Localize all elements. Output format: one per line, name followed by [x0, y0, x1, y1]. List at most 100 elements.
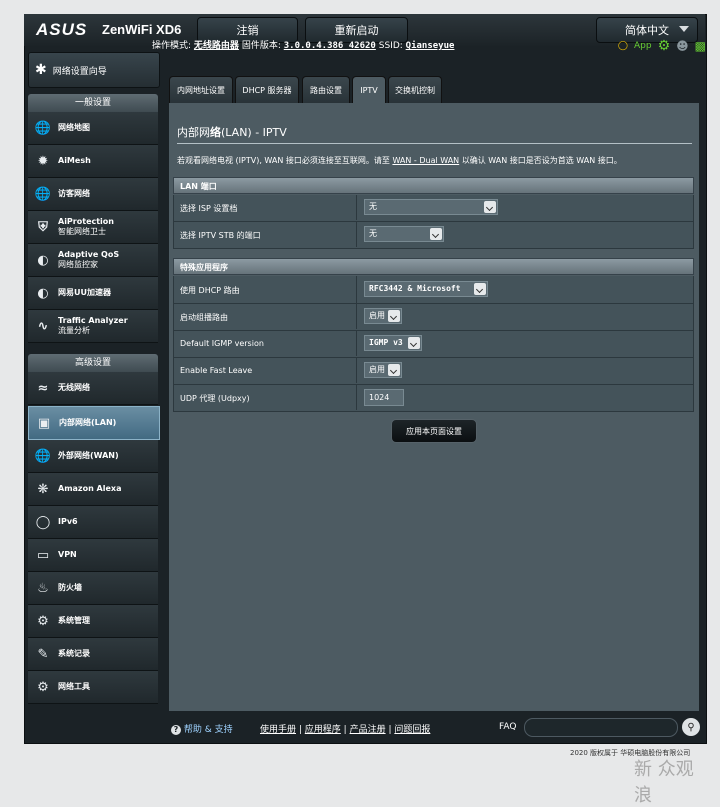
users-icon[interactable]: ☻ [676, 39, 689, 53]
tools-icon: ⚙ [37, 679, 49, 695]
sidebar-item-label: AiMesh [58, 156, 91, 165]
sidebar-item-administration[interactable]: ⚙ 系统管理 [28, 605, 158, 638]
dhcp-routes-value: RFC3442 & Microsoft [369, 284, 461, 293]
page-title-suffix: (LAN) - IPTV [221, 126, 287, 139]
ssid-value-link[interactable]: Qianseyue [406, 41, 455, 51]
fast-leave-value: 启用 [369, 365, 385, 374]
iptv-description: 若观看网络电视 (IPTV), WAN 接口必须连接至互联网。请至 WAN - … [177, 155, 622, 166]
cell-divider [356, 304, 357, 329]
faq-search-input[interactable] [524, 718, 678, 737]
isp-profile-select[interactable]: 无 [364, 199, 498, 215]
watermark: 新 众观 浪 [634, 759, 694, 806]
cell-divider [356, 276, 357, 303]
wifi-icon: ≈ [37, 380, 49, 396]
help-icon: ? [171, 725, 181, 735]
sidebar-item-traffic-analyzer[interactable]: ∿ Traffic Analyzer 流量分析 [28, 310, 158, 343]
sidebar-item-uu-accelerator[interactable]: ◐ 网易UU加速器 [28, 277, 158, 310]
lan-icon: ▣ [37, 415, 51, 431]
tab-iptv[interactable]: IPTV [352, 76, 386, 104]
mesh-icon: ✹ [37, 153, 49, 169]
wizard-icon: ✱ [35, 62, 47, 78]
sidebar-item-label: Adaptive QoS [58, 250, 120, 259]
status-icons: ◯ App ⚙ ☻ ▩ [618, 38, 706, 54]
utility-link[interactable]: 应用程序 [305, 725, 341, 735]
chevron-down-icon [388, 364, 400, 376]
firewall-icon: ♨ [37, 580, 49, 596]
table-row: 启动组播路由 启用 [173, 304, 694, 331]
manual-link[interactable]: 使用手册 [260, 725, 296, 735]
shield-icon: ⛨ [38, 219, 48, 235]
usb-icon[interactable]: ▩ [695, 39, 706, 53]
mode-value-link[interactable]: 无线路由器 [194, 41, 239, 51]
wizard-label: 网络设置向导 [52, 66, 107, 77]
speed-icon: ◐ [37, 285, 49, 301]
fast-leave-label: Enable Fast Leave [180, 366, 253, 375]
registration-link[interactable]: 产品注册 [350, 725, 386, 735]
sidebar-item-label: Traffic Analyzer [58, 316, 128, 325]
sidebar-item-firewall[interactable]: ♨ 防火墙 [28, 572, 158, 605]
help-label[interactable]: 帮助 & 支持 [184, 725, 233, 735]
network-setup-wizard-button[interactable]: ✱ 网络设置向导 [28, 52, 160, 88]
sidebar-item-sublabel: 网络监控家 [58, 260, 98, 269]
sidebar-item-adaptive-qos[interactable]: ◐ Adaptive QoS 网络监控家 [28, 244, 158, 277]
udpxy-port-input[interactable]: 1024 [364, 389, 404, 406]
sidebar-item-aimesh[interactable]: ✹ AiMesh [28, 145, 158, 178]
help-support: ? 帮助 & 支持 [171, 722, 233, 735]
sidebar-item-system-log[interactable]: ✎ 系统记录 [28, 638, 158, 671]
lightbulb-icon[interactable]: ◯ [618, 41, 628, 51]
asus-logo: ASUS [36, 20, 88, 39]
footer-links: 使用手册 | 应用程序 | 产品注册 | 问题回报 [260, 725, 431, 735]
cell-divider [356, 195, 357, 220]
sidebar-item-network-tools[interactable]: ⚙ 网络工具 [28, 671, 158, 704]
apply-button[interactable]: 应用本页面设置 [391, 419, 477, 443]
table-row: 选择 IPTV STB 的端口 无 [173, 222, 694, 249]
mode-label: 操作模式: [152, 41, 192, 51]
tab-route[interactable]: 路由设置 [302, 76, 350, 104]
fast-leave-select[interactable]: 启用 [364, 362, 402, 378]
isp-profile-value: 无 [369, 202, 377, 211]
dhcp-routes-select[interactable]: RFC3442 & Microsoft [364, 281, 488, 297]
table-row: 选择 ISP 设置档 无 [173, 195, 694, 222]
gear-icon[interactable]: ⚙ [658, 38, 671, 54]
feedback-link[interactable]: 问题回报 [394, 725, 430, 735]
tab-lan-ip[interactable]: 内网地址设置 [169, 76, 233, 104]
stb-port-select[interactable]: 无 [364, 226, 444, 242]
sidebar-item-ipv6[interactable]: ◯ IPv6 [28, 506, 158, 539]
dual-wan-link[interactable]: WAN - Dual WAN [392, 156, 459, 165]
sidebar-item-label: 系统记录 [58, 649, 90, 658]
sidebar-item-lan[interactable]: ▣ 内部网络(LAN) [28, 406, 160, 440]
tab-dhcp-server[interactable]: DHCP 服务器 [235, 76, 299, 104]
ssid-label: SSID: [378, 41, 403, 51]
chevron-down-icon [474, 283, 486, 295]
faq-label: FAQ [499, 722, 517, 732]
sidebar-item-vpn[interactable]: ▭ VPN [28, 539, 158, 572]
chevron-down-icon [679, 26, 689, 32]
gauge-icon: ◐ [37, 252, 49, 268]
model-name: ZenWiFi XD6 [102, 22, 182, 37]
igmp-version-value: IGMP v3 [369, 338, 403, 347]
sidebar-item-label: 网络工具 [58, 682, 90, 691]
multicast-routing-label: 启动组播路由 [180, 313, 228, 322]
sidebar-item-aiprotection[interactable]: ⛨ AiProtection 智能网络卫士 [28, 211, 158, 244]
app-label[interactable]: App [634, 41, 652, 51]
chevron-down-icon [408, 337, 420, 349]
sidebar-item-sublabel: 流量分析 [58, 326, 90, 335]
sidebar-item-amazon-alexa[interactable]: ❋ Amazon Alexa [28, 473, 158, 506]
firmware-value-link[interactable]: 3.0.0.4.386_42620 [284, 41, 376, 51]
table-row: Enable Fast Leave 启用 [173, 358, 694, 385]
firmware-label: 固件版本: [241, 41, 281, 51]
tab-switch-control[interactable]: 交换机控制 [388, 76, 442, 104]
udpxy-label: UDP 代理 (Udpxy) [180, 394, 250, 403]
cell-divider [356, 358, 357, 383]
igmp-version-select[interactable]: IGMP v3 [364, 335, 422, 351]
multicast-routing-select[interactable]: 启用 [364, 308, 402, 324]
sidebar-item-wan[interactable]: 🌐 外部网络(WAN) [28, 440, 158, 473]
page-title-bold: 络 [210, 126, 221, 139]
search-icon[interactable]: ⚲ [682, 718, 700, 736]
ipv6-icon: ◯ [35, 514, 51, 530]
sidebar-item-wireless[interactable]: ≈ 无线网络 [28, 372, 158, 405]
sidebar-item-guest-network[interactable]: 🌐 访客网络 [28, 178, 158, 211]
sidebar-item-sublabel: 智能网络卫士 [58, 227, 106, 236]
sidebar-item-network-map[interactable]: 🌐 网络地图 [28, 112, 158, 145]
sidebar-item-label: 无线网络 [58, 383, 90, 392]
